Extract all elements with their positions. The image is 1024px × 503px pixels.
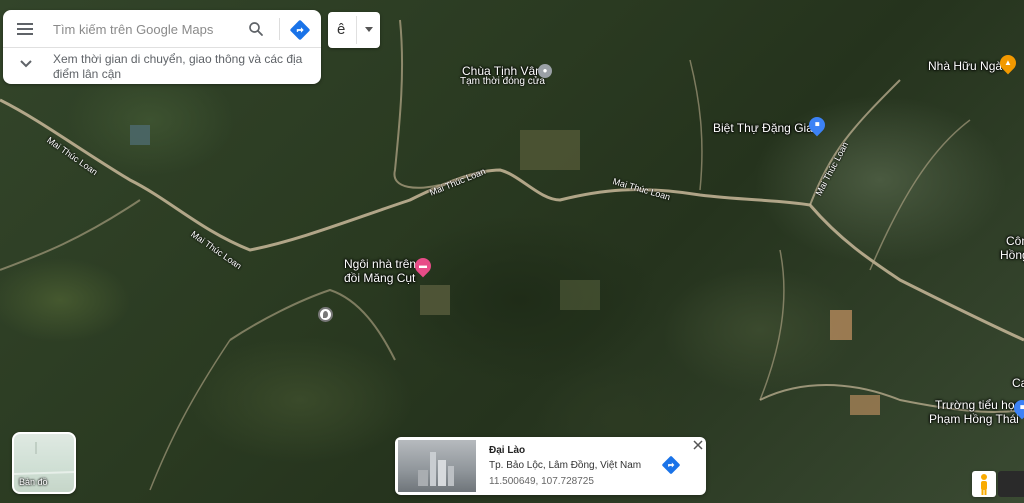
place-coordinates: 11.500649, 107.728725	[489, 476, 594, 487]
close-icon[interactable]	[692, 439, 704, 451]
poi-label-ca-partial[interactable]: Ca	[1012, 376, 1024, 390]
layer-separator	[356, 16, 357, 44]
search-bar	[3, 10, 321, 48]
poi-status: Tạm thời đóng cửa	[460, 76, 545, 87]
search-panel: Xem thời gian di chuyển, giao thông và c…	[3, 10, 321, 84]
temple-pin-icon[interactable]: ●	[538, 64, 552, 78]
search-icon[interactable]	[247, 20, 265, 38]
directions-icon[interactable]	[661, 455, 681, 475]
pegman-icon	[981, 474, 987, 495]
poi-label-ngoi-nha-2: đồi Măng Cụt	[344, 271, 416, 285]
search-divider	[279, 18, 280, 40]
poi-label-nha-huu-nga[interactable]: Nhà Hữu Ngà	[928, 59, 1002, 73]
poi-label-truong-2: Phạm Hồng Thái	[929, 412, 1019, 426]
chevron-down-icon[interactable]	[19, 59, 33, 69]
search-input[interactable]	[53, 19, 233, 39]
poi-label-biet-thu[interactable]: Biệt Thự Đặng Gia	[713, 121, 813, 135]
place-thumbnail[interactable]	[398, 440, 476, 492]
poi-label-ngoi-nha[interactable]: Ngôi nhà trên	[344, 257, 416, 271]
poi-label-cong-partial[interactable]: Côn	[1006, 234, 1024, 248]
layer-letter: ê	[337, 21, 346, 38]
poi-label-truong[interactable]: Trường tiểu học	[935, 398, 1021, 412]
place-card[interactable]: Đại Lào Tp. Bảo Lộc, Lâm Đồng, Việt Nam …	[395, 437, 706, 495]
map-controls-panel	[998, 471, 1024, 497]
nearby-text: Xem thời gian di chuyển, giao thông và c…	[53, 52, 303, 81]
menu-icon[interactable]	[15, 20, 35, 38]
nearby-info-row[interactable]: Xem thời gian di chuyển, giao thông và c…	[3, 49, 321, 84]
place-title: Đại Lào	[489, 445, 526, 456]
place-address: Tp. Bảo Lộc, Lâm Đồng, Việt Nam	[489, 460, 642, 471]
pegman-button[interactable]	[972, 471, 996, 497]
caret-down-icon[interactable]	[365, 27, 373, 32]
map-type-toggle[interactable]: Bản đồ	[12, 432, 76, 494]
location-marker-icon[interactable]	[318, 307, 333, 322]
layer-toggle-button[interactable]: ê	[328, 12, 380, 48]
minimap-label: Bản đồ	[19, 477, 48, 487]
poi-label-hong-partial: Hồng	[1000, 248, 1024, 262]
directions-icon[interactable]	[289, 19, 311, 41]
